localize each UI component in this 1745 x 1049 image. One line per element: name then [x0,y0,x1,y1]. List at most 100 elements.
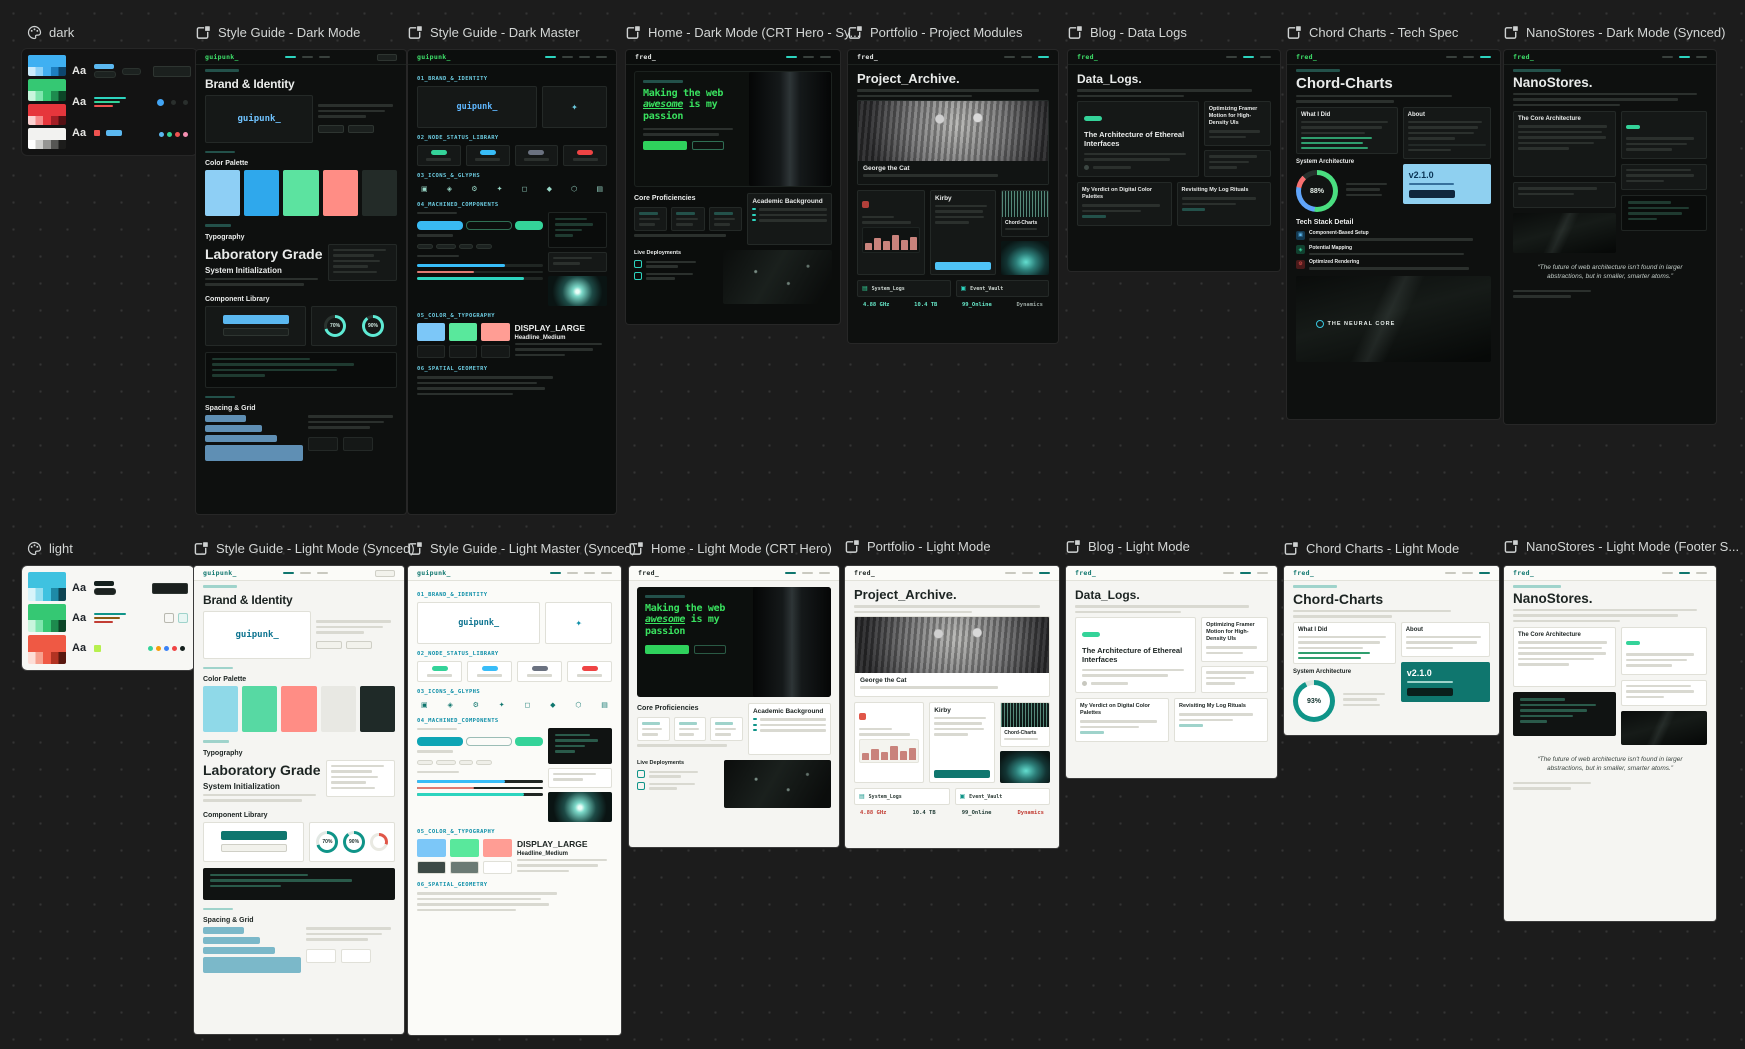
read-link-placeholder[interactable] [1080,731,1104,734]
tag-chip[interactable] [459,760,473,765]
featured-article-title[interactable]: The Architecture of Ethereal Interfaces [1084,130,1192,149]
system-logs-card[interactable]: ▤System_Logs [854,788,950,805]
read-link-placeholder[interactable] [1182,208,1206,211]
site-logo[interactable]: fred_ [857,53,878,61]
article-title[interactable]: Revisiting My Log Rituals [1182,187,1267,194]
tag-chip[interactable] [417,760,433,765]
mark-project-card[interactable] [857,190,925,276]
frame-label-home-dark[interactable]: Home - Dark Mode (CRT Hero - Sy... [626,24,860,41]
frame-style-guide-dark[interactable]: guipunk_ Brand & Identity guipunk_ Color… [196,50,406,514]
secondary-button-demo[interactable] [223,328,289,336]
article-card[interactable]: Revisiting My Log Rituals [1174,698,1268,742]
design-canvas[interactable]: dark light Style Guide - Dark Mode Style… [0,0,1745,1049]
nav-cta-button[interactable] [375,570,395,577]
frame-label-sgm-dark[interactable]: Style Guide - Dark Master [408,24,580,41]
site-navbar[interactable]: guipunk_ [408,566,621,581]
site-navbar[interactable]: fred_ [848,50,1058,65]
side-article-card[interactable]: Optimizing Framer Motion for High-Densit… [1204,101,1271,146]
smoke-render-image[interactable] [1000,751,1050,783]
frame-label-sgm-light[interactable]: Style Guide - Light Master (Synced) [408,540,636,557]
frame-home-dark[interactable]: fred_ Making the web awesome is my passi… [626,50,840,324]
nav-cta-button[interactable] [377,54,397,61]
execute-primary-button[interactable] [417,737,463,746]
what-i-did-card[interactable]: What I Did [1293,622,1396,665]
frame-nano-light[interactable]: fred_ NanoStores. The Core Architecture [1504,566,1716,921]
confirm-button[interactable] [515,737,543,746]
frame-label-nano-dark[interactable]: NanoStores - Dark Mode (Synced) [1504,24,1725,41]
wide-button[interactable] [152,583,188,594]
proficiency-card[interactable] [710,717,743,741]
side-article-title[interactable]: Optimizing Framer Motion for High-Densit… [1206,622,1263,643]
tag-chip[interactable] [436,760,456,765]
frame-label-portfolio-light[interactable]: Portfolio - Light Mode [845,538,991,555]
proficiency-card[interactable] [671,207,704,231]
article-card[interactable]: My Verdict on Digital Color Palettes [1075,698,1169,742]
frame-label-nano-light[interactable]: NanoStores - Light Mode (Footer S... [1504,538,1739,555]
read-link-placeholder[interactable] [1082,215,1106,218]
stack-row[interactable]: ▣ Component-Based Setup [1296,230,1491,241]
nav-links[interactable] [1004,56,1049,59]
what-i-did-card[interactable]: What I Did [1296,107,1398,155]
site-logo[interactable]: guipunk_ [417,53,451,61]
nav-links[interactable] [785,572,830,575]
brand-button[interactable] [318,125,344,133]
site-navbar[interactable]: fred_ [845,566,1059,581]
academic-background-card[interactable]: Academic Background [747,193,832,245]
side-article-card[interactable] [1201,666,1268,693]
core-architecture-card[interactable]: The Core Architecture [1513,627,1616,687]
site-logo[interactable]: guipunk_ [205,53,239,61]
proficiency-card[interactable] [634,207,667,231]
note-card[interactable] [1621,111,1707,159]
frame-portfolio-dark[interactable]: fred_ Project_Archive. George the Cat [848,50,1058,343]
frame-label-blog-dark[interactable]: Blog - Data Logs [1068,24,1187,41]
hero-primary-button[interactable] [643,141,687,150]
featured-article-title[interactable]: The Architecture of Ethereal Interfaces [1082,646,1189,665]
site-logo[interactable]: fred_ [1296,53,1317,61]
mark-project-card[interactable] [854,702,924,784]
version-card[interactable]: v2.1.0 [1403,164,1491,204]
george-project-card[interactable]: George the Cat [857,100,1049,185]
detail-card[interactable] [1513,182,1616,208]
nav-links[interactable] [550,572,612,575]
note-card[interactable] [1621,164,1707,191]
site-navbar[interactable]: fred_ [1066,566,1277,581]
site-navbar[interactable]: guipunk_ [194,566,404,581]
read-link-placeholder[interactable] [1179,724,1203,727]
site-navbar[interactable]: fred_ [1504,566,1716,581]
site-logo[interactable]: fred_ [1075,569,1096,577]
frame-style-guide-dark-master[interactable]: guipunk_ 01_BRAND_&_IDENTITY guipunk_ ✦ … [408,50,616,514]
teal-square-icon[interactable] [178,613,188,623]
site-navbar[interactable]: fred_ [626,50,840,65]
nav-links[interactable] [1005,572,1050,575]
download-button[interactable] [1407,688,1453,696]
tag-chip[interactable] [459,244,473,249]
frame-nano-dark[interactable]: fred_ NanoStores. The Core Architecture [1504,50,1716,424]
hero-primary-button[interactable] [645,645,689,654]
outline-chip[interactable] [122,68,141,75]
kirby-project-card[interactable]: Kirby [930,190,996,276]
frame-blog-light[interactable]: fred_ Data_Logs. The Architecture of Eth… [1066,566,1277,778]
site-logo[interactable]: fred_ [1513,569,1534,577]
stack-row[interactable]: ◈ Potential Mapping [1296,245,1491,256]
brand-button[interactable] [316,641,342,649]
site-navbar[interactable]: guipunk_ [196,50,406,65]
blue-dot-icon[interactable] [157,99,164,106]
frame-blog-dark[interactable]: fred_ Data_Logs. The Architecture of Eth… [1068,50,1280,271]
execute-primary-button[interactable] [417,221,463,230]
site-logo[interactable]: fred_ [1077,53,1098,61]
tag-chip[interactable] [436,244,456,249]
version-card[interactable]: v2.1.0 [1401,662,1490,702]
tag-chip[interactable] [417,244,433,249]
kirby-cta-button[interactable] [934,770,990,778]
kirby-project-card[interactable]: Kirby [929,702,995,784]
frame-label-sg-dark[interactable]: Style Guide - Dark Mode [196,24,360,41]
wide-button[interactable] [153,66,191,77]
confirm-button[interactable] [515,221,543,230]
frame-label-chord-dark[interactable]: Chord Charts - Tech Spec [1287,24,1458,41]
frame-portfolio-light[interactable]: fred_ Project_Archive. George the Cat [845,566,1059,848]
chord-charts-card[interactable]: Chord-Charts [1001,190,1049,238]
site-navbar[interactable]: fred_ [1504,50,1716,65]
george-project-card[interactable]: George the Cat [854,616,1050,697]
note-card[interactable] [1621,680,1707,707]
side-article-card[interactable]: Optimizing Framer Motion for High-Densit… [1201,617,1268,662]
